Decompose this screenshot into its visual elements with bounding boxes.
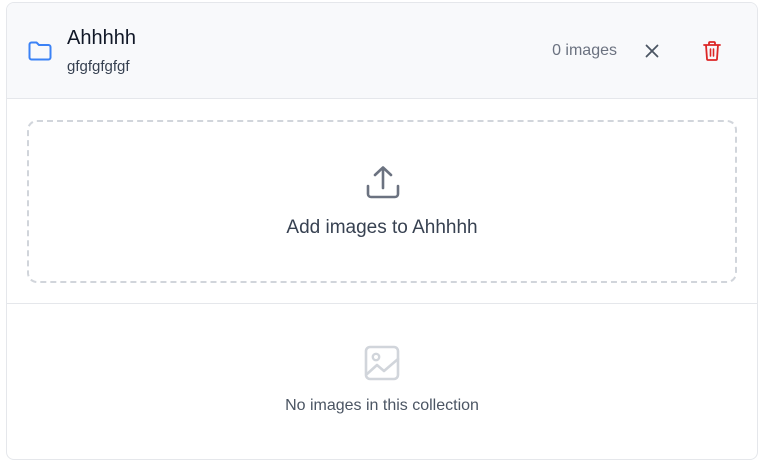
upload-icon [366, 166, 400, 199]
upload-label: Add images to Ahhhhh [286, 217, 478, 238]
close-icon [645, 44, 659, 58]
collection-header: Ahhhhh gfgfgfgfgf 0 images [7, 3, 757, 99]
image-icon [364, 345, 400, 381]
trash-icon [703, 41, 721, 61]
delete-button[interactable] [700, 38, 724, 64]
upload-dropzone[interactable]: Add images to Ahhhhh [27, 120, 737, 283]
empty-state-message: No images in this collection [285, 397, 479, 414]
collection-description: gfgfgfgfgf [67, 58, 130, 75]
collection-title: Ahhhhh [67, 27, 136, 49]
folder-icon [28, 41, 52, 61]
section-divider [7, 303, 757, 304]
image-count: 0 images [552, 42, 617, 59]
collection-card: Ahhhhh gfgfgfgfgf 0 images Add images to… [6, 2, 758, 460]
close-button[interactable] [641, 40, 663, 62]
